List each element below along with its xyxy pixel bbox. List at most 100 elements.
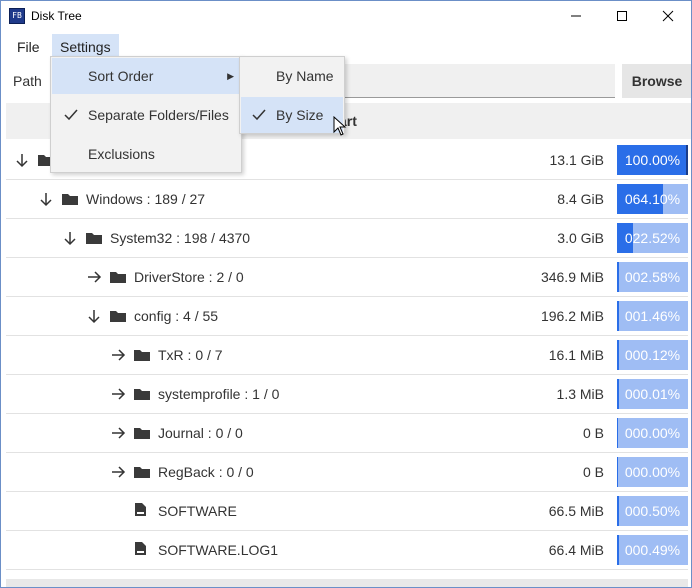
tree-row[interactable]: systemprofile : 1 / 0 1.3 MiB 000.01% [6, 375, 688, 414]
close-button[interactable] [645, 1, 691, 31]
folder-icon [86, 233, 102, 244]
usage-percent: 000.49% [624, 542, 681, 558]
tree-row[interactable]: RegBack : 0 / 0 0 B 000.00% [6, 453, 688, 492]
tree-row-size: 1.3 MiB [556, 386, 604, 402]
tree-row-size: 3.0 GiB [557, 230, 604, 246]
window-title: Disk Tree [31, 9, 82, 23]
folder-icon [134, 428, 150, 439]
maximize-button[interactable] [599, 1, 645, 31]
usage-percent: 000.01% [624, 386, 681, 402]
minimize-button[interactable] [553, 1, 599, 31]
file-icon [135, 503, 146, 516]
collapsed-arrow-icon[interactable] [110, 425, 126, 441]
minimize-icon [571, 15, 581, 17]
tree-row[interactable]: SOFTWARE 66.5 MiB 000.50% [6, 492, 688, 531]
check-icon [252, 109, 266, 121]
submenu-item-by-name[interactable]: By Name [241, 58, 343, 94]
usage-bar: 100.00% [617, 145, 688, 175]
tree-row-size: 196.2 MiB [540, 308, 604, 324]
folder-icon [134, 389, 150, 400]
tree-row-size: 66.5 MiB [548, 503, 604, 519]
sort-order-submenu: By Name By Size [239, 56, 345, 134]
usage-percent: 000.00% [624, 425, 681, 441]
usage-bar-edge [686, 145, 688, 175]
usage-percent: 001.46% [624, 308, 681, 324]
tree-row-name: System32 : 198 / 4370 [110, 230, 251, 246]
usage-percent: 002.58% [624, 269, 681, 285]
usage-percent: 100.00% [624, 152, 681, 168]
folder-icon [62, 194, 78, 205]
horizontal-scrollbar[interactable] [6, 579, 688, 587]
tree-row[interactable]: Windows : 189 / 27 8.4 GiB 064.10% [6, 180, 688, 219]
tree-row-name: systemprofile : 1 / 0 [158, 386, 280, 402]
tree-row-name: SOFTWARE [158, 503, 237, 519]
usage-percent: 000.00% [624, 464, 681, 480]
submenu-item-label: By Name [276, 68, 334, 84]
usage-percent: 022.52% [624, 230, 681, 246]
tree-row[interactable]: DriverStore : 2 / 0 346.9 MiB 002.58% [6, 258, 688, 297]
path-label: Path [13, 73, 42, 89]
expanded-arrow-icon[interactable] [38, 191, 54, 207]
menu-item-sort-order[interactable]: Sort Order ▶ [52, 58, 240, 94]
tree-row[interactable]: System32 : 198 / 4370 3.0 GiB 022.52% [6, 219, 688, 258]
collapsed-arrow-icon[interactable] [110, 464, 126, 480]
tree-row-size: 0 B [582, 464, 604, 480]
browse-button[interactable]: Browse [622, 64, 691, 98]
usage-bar: 000.12% [617, 340, 688, 370]
folder-icon [134, 467, 150, 478]
expanded-arrow-icon[interactable] [14, 152, 30, 168]
app-icon: FB [9, 8, 25, 24]
close-icon [662, 10, 674, 22]
file-icon [135, 542, 146, 555]
tree-row-size: 346.9 MiB [540, 269, 604, 285]
maximize-icon [617, 11, 627, 21]
submenu-arrow-icon: ▶ [227, 71, 234, 81]
tree-row[interactable]: Journal : 0 / 0 0 B 000.00% [6, 414, 688, 453]
tree-row-name: Journal : 0 / 0 [158, 425, 243, 441]
tree-row[interactable]: SOFTWARE.LOG1 66.4 MiB 000.49% [6, 531, 688, 570]
check-icon [64, 109, 78, 121]
tree-row-size: 8.4 GiB [557, 191, 604, 207]
collapsed-arrow-icon[interactable] [110, 386, 126, 402]
tree-row[interactable]: TxR : 0 / 7 16.1 MiB 000.12% [6, 336, 688, 375]
menu-item-label: Sort Order [88, 68, 154, 84]
tree-row-name: TxR : 0 / 7 [158, 347, 223, 363]
title-bar[interactable]: FB Disk Tree [1, 1, 691, 31]
menu-item-separate-folders-files[interactable]: Separate Folders/Files [52, 97, 240, 133]
settings-dropdown: Sort Order ▶ Separate Folders/Files Excl… [50, 56, 242, 173]
usage-percent: 000.12% [624, 347, 681, 363]
usage-bar: 000.01% [617, 379, 688, 409]
folder-icon [134, 350, 150, 361]
disk-tree[interactable]: 13.1 GiB 100.00% Windows : 189 / 27 8.4 GiB… [6, 141, 691, 587]
folder-icon [110, 311, 126, 322]
menu-item-exclusions[interactable]: Exclusions [52, 136, 240, 172]
tree-row-name: DriverStore : 2 / 0 [134, 269, 244, 285]
tree-row-name: SOFTWARE.LOG1 [158, 542, 279, 558]
tree-row-size: 13.1 GiB [549, 152, 604, 168]
usage-bar: 002.58% [617, 262, 688, 292]
collapsed-arrow-icon[interactable] [110, 347, 126, 363]
tree-row-size: 16.1 MiB [548, 347, 604, 363]
usage-percent: 064.10% [624, 191, 681, 207]
tree-row-size: 0 B [582, 425, 604, 441]
menu-item-label: Separate Folders/Files [88, 107, 229, 123]
menu-file[interactable]: File [9, 34, 48, 60]
expanded-arrow-icon[interactable] [86, 308, 102, 324]
usage-bar: 000.00% [617, 418, 688, 448]
tree-row-name: config : 4 / 55 [134, 308, 219, 324]
collapsed-arrow-icon[interactable] [86, 269, 102, 285]
tree-row-name: RegBack : 0 / 0 [158, 464, 254, 480]
usage-bar: 001.46% [617, 301, 688, 331]
usage-bar: 022.52% [617, 223, 688, 253]
usage-bar: 000.50% [617, 496, 688, 526]
tree-row[interactable]: config : 4 / 55 196.2 MiB 001.46% [6, 297, 688, 336]
tree-row-size: 66.4 MiB [548, 542, 604, 558]
submenu-item-label: By Size [276, 107, 324, 123]
submenu-item-by-size[interactable]: By Size [241, 97, 343, 133]
menu-item-label: Exclusions [88, 146, 155, 162]
expanded-arrow-icon[interactable] [62, 230, 78, 246]
usage-bar: 064.10% [617, 184, 688, 214]
usage-percent: 000.50% [624, 503, 681, 519]
tree-row-name: Windows : 189 / 27 [86, 191, 206, 207]
folder-icon [110, 272, 126, 283]
